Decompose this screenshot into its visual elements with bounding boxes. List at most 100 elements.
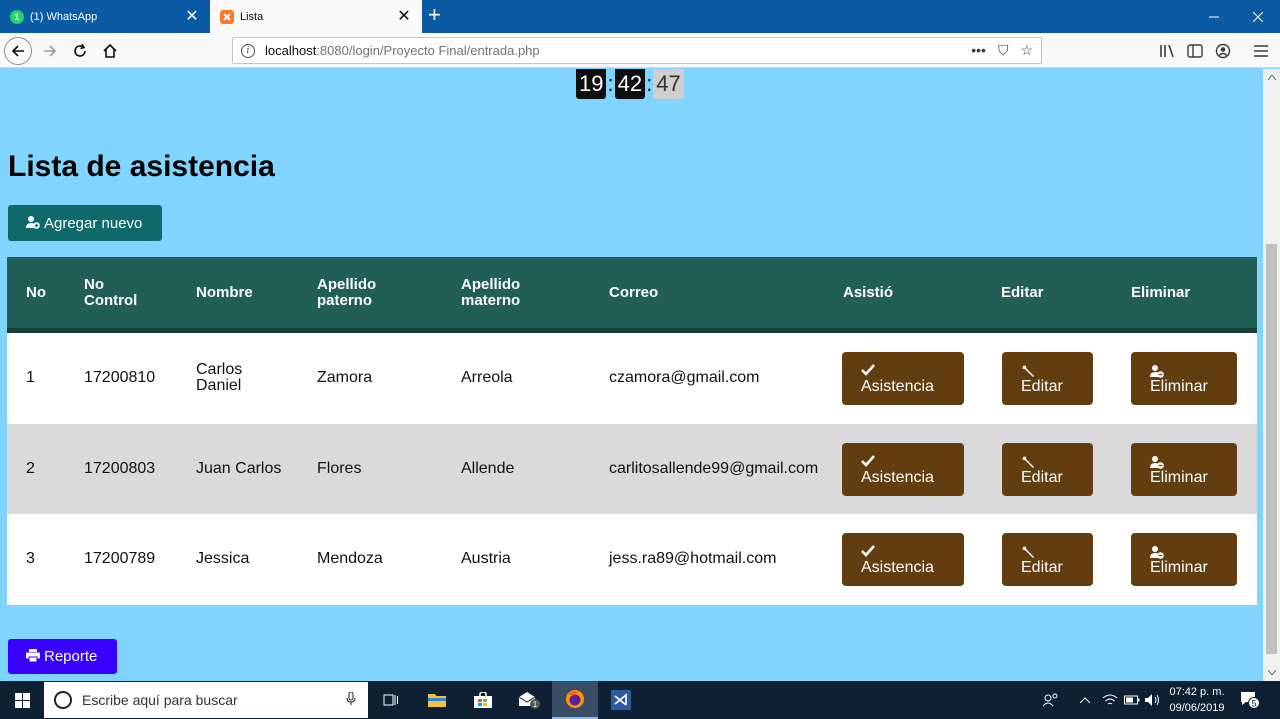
delete-label: Eliminar — [1150, 378, 1208, 395]
header-control-line1: No — [84, 275, 104, 293]
clock-hours: 19 — [576, 69, 607, 99]
report-button[interactable]: Reporte — [8, 639, 117, 674]
cell-nombre-line1: Juan Carlos — [196, 460, 282, 477]
tab-lista[interactable]: Lista ✕ — [210, 0, 422, 33]
menu-icon[interactable] — [1248, 37, 1274, 65]
sidebar-icon[interactable] — [1182, 37, 1208, 65]
tab-close-icon[interactable]: ✕ — [396, 8, 412, 25]
tab-whatsapp[interactable]: 1 (1) WhatsApp ✕ — [0, 0, 210, 33]
cell-paterno: Zamora — [317, 369, 373, 386]
table-header: No No Control Nombre Apellido paterno Ap… — [7, 257, 1257, 333]
scroll-up-icon[interactable] — [1263, 69, 1280, 86]
clock-minutes: 42 — [614, 69, 646, 99]
start-button[interactable] — [0, 681, 44, 719]
reload-button[interactable] — [66, 37, 94, 65]
url-path: :8080/login/Proyecto Final/entrada.php — [316, 43, 540, 58]
table-row: 2 17200803 Juan Carlos Flores Allende ca… — [7, 424, 1257, 514]
windows-logo-icon — [14, 692, 30, 708]
forward-button[interactable] — [36, 37, 64, 65]
library-icon[interactable] — [1154, 37, 1180, 65]
chevron-up-icon[interactable] — [1080, 681, 1090, 719]
cell-materno: Austria — [461, 550, 511, 567]
pocket-icon[interactable]: ⛉ — [998, 42, 1009, 59]
wrench-icon — [1021, 455, 1093, 469]
clock-separator: : — [646, 71, 653, 96]
header-nombre: Nombre — [196, 283, 253, 301]
task-view-icon[interactable] — [368, 681, 414, 719]
file-explorer-icon[interactable] — [414, 681, 460, 719]
people-icon[interactable] — [1043, 681, 1059, 719]
header-editar: Editar — [1001, 283, 1044, 301]
cortana-icon — [54, 691, 72, 709]
edit-label: Editar — [1021, 378, 1063, 395]
clock-separator: : — [607, 71, 614, 96]
scroll-down-icon[interactable] — [1263, 664, 1280, 681]
back-button[interactable] — [4, 37, 32, 65]
header-asistio: Asistió — [843, 283, 894, 301]
taskbar-search[interactable]: Escribe aquí para buscar — [44, 682, 368, 718]
home-button[interactable] — [96, 37, 124, 65]
header-materno-line1: Apellido — [461, 275, 521, 293]
user-minus-icon — [1150, 364, 1237, 378]
volume-icon[interactable] — [1145, 681, 1161, 719]
cell-no: 1 — [26, 369, 35, 386]
header-materno: Apellido materno — [461, 257, 520, 328]
cell-correo: czamora@gmail.com — [609, 369, 760, 386]
reload-icon — [74, 44, 86, 57]
url-actions: ••• ⛉ ☆ — [971, 42, 1033, 59]
home-icon — [103, 44, 117, 58]
microphone-icon[interactable] — [346, 691, 356, 709]
wifi-icon[interactable] — [1102, 681, 1118, 719]
edit-button[interactable]: Editar — [1002, 443, 1093, 496]
mail-icon[interactable]: 1 — [506, 681, 552, 719]
check-icon — [861, 364, 964, 378]
asistencia-button[interactable]: Asistencia — [842, 443, 964, 496]
asistencia-button[interactable]: Asistencia — [842, 352, 964, 405]
address-bar[interactable]: i localhost :8080/login/Proyecto Final/e… — [232, 37, 1042, 64]
scrollbar-thumb[interactable] — [1266, 244, 1277, 654]
page-actions-icon[interactable]: ••• — [971, 42, 986, 59]
table-row: 3 17200789 Jessica Mendoza Austria jess.… — [7, 514, 1257, 604]
battery-icon[interactable] — [1124, 681, 1140, 719]
tray-time: 07:42 p. m. — [1169, 686, 1225, 698]
delete-button[interactable]: Eliminar — [1131, 533, 1237, 586]
firefox-icon[interactable] — [552, 681, 598, 719]
new-tab-button[interactable]: + — [428, 3, 441, 27]
edit-button[interactable]: Editar — [1002, 533, 1093, 586]
tab-close-icon[interactable]: ✕ — [184, 8, 200, 25]
user-plus-icon — [26, 215, 40, 232]
header-eliminar: Eliminar — [1131, 283, 1191, 301]
site-info-icon[interactable]: i — [241, 43, 255, 58]
cell-control: 17200789 — [84, 550, 156, 567]
add-new-button[interactable]: Agregar nuevo — [8, 205, 162, 241]
table-row: 1 17200810 Carlos Daniel Zamora Arreola … — [7, 333, 1257, 423]
cell-nombre-line1: Jessica — [196, 550, 250, 567]
user-minus-icon — [1150, 545, 1237, 559]
navigation-bar: i localhost :8080/login/Proyecto Final/e… — [0, 33, 1280, 68]
tray-clock[interactable]: 07:42 p. m. 09/06/2019 — [1166, 684, 1228, 716]
delete-button[interactable]: Eliminar — [1131, 443, 1237, 496]
vscode-icon[interactable] — [598, 681, 644, 719]
notifications-icon[interactable]: 5 — [1240, 681, 1260, 719]
store-icon[interactable] — [460, 681, 506, 719]
windows-taskbar: Escribe aquí para buscar 1 07:42 p. m. 0… — [0, 681, 1280, 719]
notification-count: 5 — [1251, 699, 1256, 709]
close-window-icon[interactable] — [1236, 0, 1280, 33]
digital-clock: 19 : 42 : 47 — [576, 69, 684, 99]
header-correo: Correo — [609, 283, 659, 301]
bookmark-star-icon[interactable]: ☆ — [1020, 42, 1033, 59]
delete-button[interactable]: Eliminar — [1131, 352, 1237, 405]
add-new-label: Agregar nuevo — [44, 214, 143, 232]
header-paterno-line1: Apellido — [317, 275, 377, 293]
account-icon[interactable] — [1210, 37, 1236, 65]
cell-nombre: Juan Carlos — [196, 424, 281, 514]
clock-seconds: 47 — [653, 69, 684, 99]
asistencia-button[interactable]: Asistencia — [842, 533, 964, 586]
header-control-line2: Control — [84, 291, 138, 309]
cell-paterno: Mendoza — [317, 550, 383, 567]
vertical-scrollbar[interactable] — [1263, 69, 1280, 681]
user-minus-icon — [1150, 455, 1237, 469]
restore-icon[interactable] — [1193, 0, 1237, 33]
edit-button[interactable]: Editar — [1002, 352, 1093, 405]
tab-title: Lista — [240, 10, 264, 23]
